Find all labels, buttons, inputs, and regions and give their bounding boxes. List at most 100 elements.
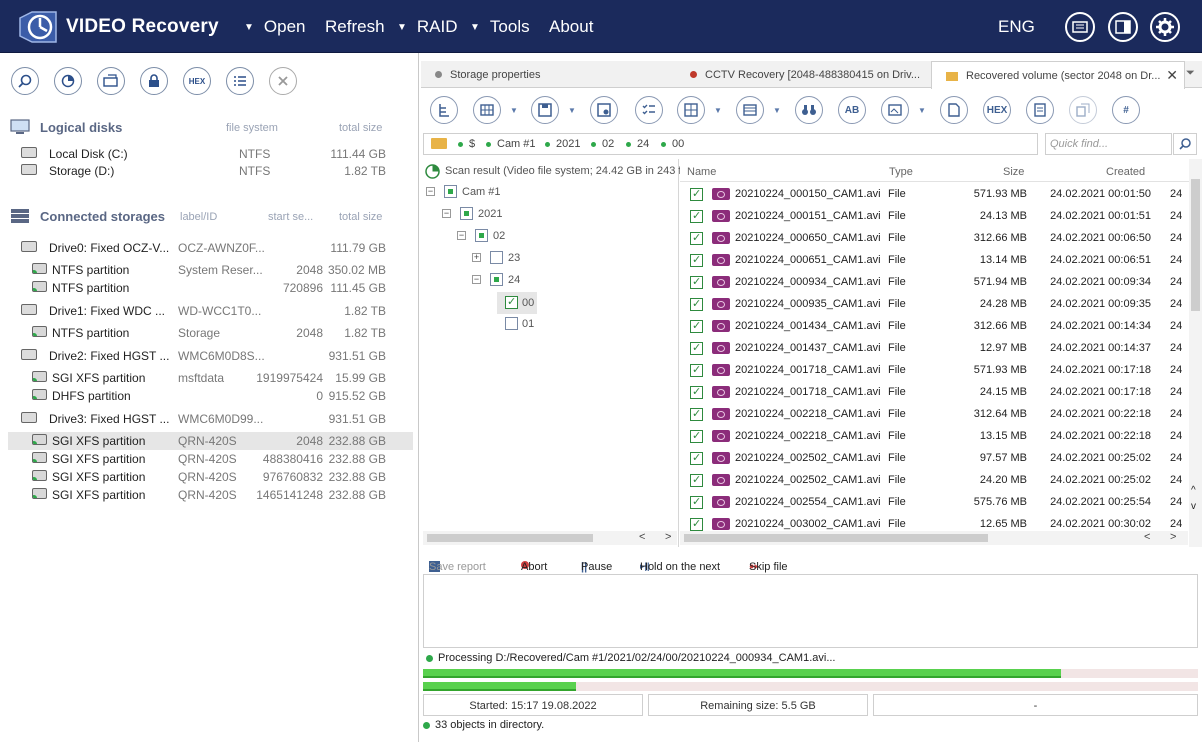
file-checkbox[interactable] xyxy=(690,363,703,377)
file-vertical-scrollbar[interactable]: ^ v xyxy=(1189,159,1202,547)
file-row[interactable]: 20210224_001718_CAM1.avi File 571.93 MB 24.… xyxy=(680,359,1190,381)
file-checkbox[interactable] xyxy=(690,517,703,531)
file-checkbox[interactable] xyxy=(690,451,703,465)
collapse-icon[interactable]: − xyxy=(457,231,466,240)
path-segment[interactable]: 02 xyxy=(591,138,614,150)
file-row[interactable]: 20210224_000150_CAM1.avi File 571.93 MB 24.… xyxy=(680,183,1190,205)
scrollbar-thumb[interactable] xyxy=(684,534,988,542)
image-button[interactable] xyxy=(97,67,125,95)
scroll-left-icon[interactable]: < xyxy=(1144,531,1150,543)
path-segment[interactable]: 24 xyxy=(626,138,649,150)
drive-row[interactable]: Drive2: Fixed HGST ... WMC6M0D8S... 931.51… xyxy=(8,347,413,365)
partition-row[interactable]: NTFS partition Storage 2048 1.82 TB xyxy=(8,324,413,342)
close-button[interactable] xyxy=(269,67,297,95)
scan-button[interactable] xyxy=(54,67,82,95)
path-segment[interactable]: $ xyxy=(458,138,475,150)
col-created[interactable]: Created xyxy=(1106,166,1145,178)
dropdown-arrow-icon[interactable]: ▼ xyxy=(510,106,518,115)
file-checkbox[interactable] xyxy=(690,231,703,245)
dropdown-arrow-icon[interactable]: ▼ xyxy=(714,106,722,115)
tree-checkbox[interactable] xyxy=(475,229,488,242)
settings-button[interactable] xyxy=(1150,12,1180,42)
logical-disk-row[interactable]: Local Disk (C:) NTFS 111.44 GB xyxy=(8,145,413,163)
file-checkbox[interactable] xyxy=(690,297,703,311)
logical-disk-row[interactable]: Storage (D:) NTFS 1.82 TB xyxy=(8,162,413,180)
tree-checkbox[interactable] xyxy=(460,207,473,220)
file-row[interactable]: 20210224_000151_CAM1.avi File 24.13 MB 24.0… xyxy=(680,205,1190,227)
file-row[interactable]: 20210224_001718_CAM1.avi File 24.15 MB 24.0… xyxy=(680,381,1190,403)
hex-button[interactable]: HEX xyxy=(183,67,211,95)
properties-button[interactable] xyxy=(226,67,254,95)
lock-button[interactable] xyxy=(140,67,168,95)
tree-node-selected[interactable]: 00 xyxy=(497,292,537,314)
save-settings-button[interactable] xyxy=(590,96,618,124)
preview-button[interactable] xyxy=(881,96,909,124)
tab-recovered-volume[interactable]: Recovered volume (sector 2048 on Dr... ✕ xyxy=(931,61,1185,89)
open-menu[interactable]: ▼ Open xyxy=(244,17,306,37)
about-menu[interactable]: About xyxy=(549,17,593,37)
file-row[interactable]: 20210224_000935_CAM1.avi File 24.28 MB 24.0… xyxy=(680,293,1190,315)
save-button[interactable] xyxy=(531,96,559,124)
file-horizontal-scrollbar[interactable]: < > xyxy=(680,531,1188,545)
tools-menu[interactable]: ▼ Tools xyxy=(470,17,530,37)
file-checkbox[interactable] xyxy=(690,341,703,355)
col-size[interactable]: Size xyxy=(1003,166,1024,178)
collapse-icon[interactable]: − xyxy=(472,275,481,284)
dropdown-arrow-icon[interactable]: ▼ xyxy=(918,106,926,115)
dropdown-arrow-icon[interactable]: ▼ xyxy=(773,106,781,115)
col-type[interactable]: Type xyxy=(889,166,913,178)
refresh-menu[interactable]: Refresh xyxy=(325,17,385,37)
find-button[interactable] xyxy=(11,67,39,95)
details-button[interactable] xyxy=(736,96,764,124)
file-checkbox[interactable] xyxy=(690,209,703,223)
export-button[interactable] xyxy=(940,96,968,124)
file-checkbox[interactable] xyxy=(690,385,703,399)
file-row[interactable]: 20210224_000650_CAM1.avi File 312.66 MB 24.… xyxy=(680,227,1190,249)
expand-icon[interactable]: + xyxy=(472,253,481,262)
quick-find-input[interactable]: Quick find... xyxy=(1045,133,1172,155)
partition-row[interactable]: SGI XFS partition QRN-420S 2048 232.88 GB xyxy=(8,432,413,450)
partition-row[interactable]: SGI XFS partition QRN-420S 976760832 232.88… xyxy=(8,468,413,486)
scroll-right-icon[interactable]: > xyxy=(665,531,671,543)
file-row[interactable]: 20210224_002218_CAM1.avi File 312.64 MB 24.… xyxy=(680,403,1190,425)
raid-menu[interactable]: ▼ RAID xyxy=(397,17,458,37)
collapse-icon[interactable]: − xyxy=(442,209,451,218)
file-row[interactable]: 20210224_000651_CAM1.avi File 13.14 MB 24.0… xyxy=(680,249,1190,271)
file-checkbox[interactable] xyxy=(690,495,703,509)
scroll-left-icon[interactable]: < xyxy=(639,531,645,543)
scroll-right-icon[interactable]: > xyxy=(1170,531,1176,543)
partition-row[interactable]: NTFS partition System Reser... 2048 350.02 … xyxy=(8,261,413,279)
log-output[interactable] xyxy=(423,574,1198,648)
quick-find-button[interactable] xyxy=(1173,133,1197,155)
drive-row[interactable]: Drive1: Fixed WDC ... WD-WCC1T0... 1.82 TB xyxy=(8,302,413,320)
collapse-icon[interactable]: − xyxy=(426,187,435,196)
checklist-button[interactable] xyxy=(635,96,663,124)
partition-row[interactable]: DHFS partition 0 915.52 GB xyxy=(8,387,413,405)
log-view-button[interactable] xyxy=(1065,12,1095,42)
dropdown-arrow-icon[interactable]: ▼ xyxy=(568,106,576,115)
spelling-button[interactable]: AB xyxy=(838,96,866,124)
panel-toggle-button[interactable] xyxy=(1108,12,1138,42)
path-bar[interactable]: $ Cam #1 2021 02 24 00 xyxy=(423,133,1038,155)
path-segment[interactable]: Cam #1 xyxy=(486,138,536,150)
file-row[interactable]: 20210224_000934_CAM1.avi File 571.94 MB 24.… xyxy=(680,271,1190,293)
file-row[interactable]: 20210224_001434_CAM1.avi File 312.66 MB 24.… xyxy=(680,315,1190,337)
drive-row[interactable]: Drive3: Fixed HGST ... WMC6M0D99... 931.51… xyxy=(8,410,413,428)
file-row[interactable]: 20210224_001437_CAM1.avi File 12.97 MB 24.0… xyxy=(680,337,1190,359)
file-row[interactable]: 20210224_002502_CAM1.avi File 97.57 MB 24.0… xyxy=(680,447,1190,469)
file-checkbox[interactable] xyxy=(690,319,703,333)
print-button[interactable] xyxy=(1026,96,1054,124)
partition-row[interactable]: SGI XFS partition QRN-420S 1465141248 232.8… xyxy=(8,486,413,504)
scrollbar-thumb[interactable] xyxy=(1191,179,1200,311)
tab-close-icon[interactable]: ✕ xyxy=(1166,67,1178,84)
tab-list-dropdown-icon[interactable]: ⏷ xyxy=(1186,67,1195,80)
tree-button[interactable] xyxy=(430,96,458,124)
partition-row[interactable]: NTFS partition 720896 111.45 GB xyxy=(8,279,413,297)
tab-cctv-recovery[interactable]: CCTV Recovery [2048-488380415 on Driv... xyxy=(676,61,931,88)
tree-checkbox[interactable] xyxy=(505,317,518,330)
tree-horizontal-scrollbar[interactable]: < > xyxy=(423,531,677,545)
tab-storage-properties[interactable]: Storage properties xyxy=(421,61,676,88)
file-row[interactable]: 20210224_002502_CAM1.avi File 24.20 MB 24.0… xyxy=(680,469,1190,491)
view-mode-button[interactable] xyxy=(473,96,501,124)
file-checkbox[interactable] xyxy=(690,253,703,267)
